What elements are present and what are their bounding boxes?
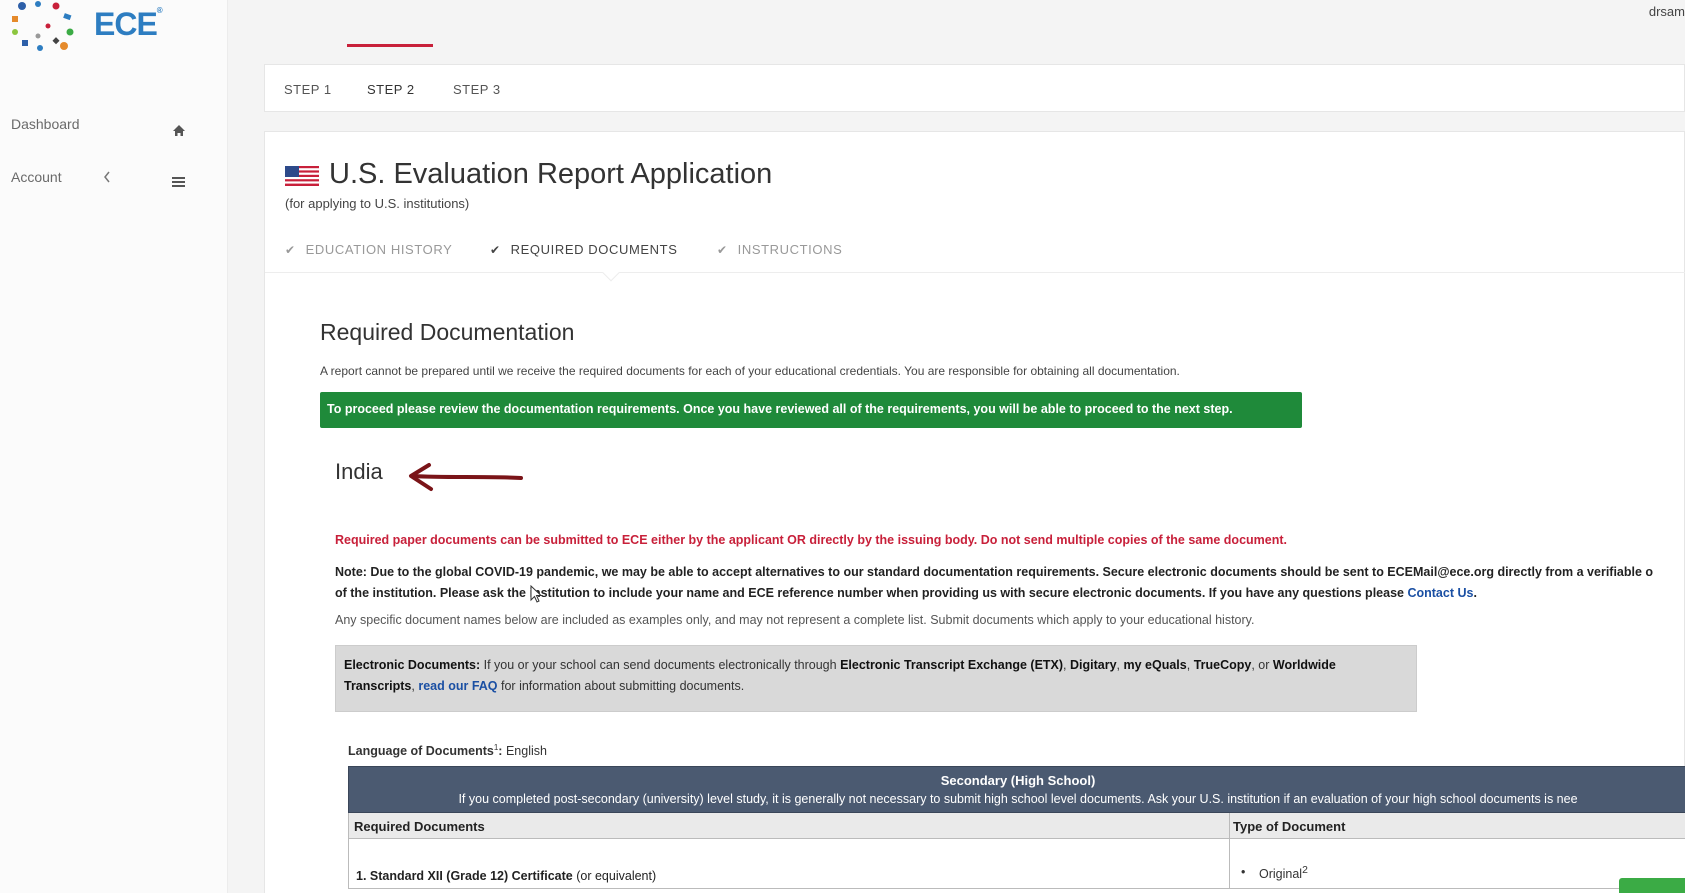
sidebar-item-label: Account — [11, 169, 62, 185]
examples-note: Any specific document names below are in… — [335, 613, 1255, 627]
proceed-banner: To proceed please review the documentati… — [320, 392, 1302, 428]
page-subtitle: (for applying to U.S. institutions) — [285, 196, 470, 211]
tab-step-1[interactable]: STEP 1 — [284, 82, 332, 97]
electronic-documents-box: Electronic Documents: If you or your sch… — [335, 645, 1417, 712]
substep-education-history[interactable]: ✔ EDUCATION HISTORY — [285, 242, 452, 257]
paper-documents-note: Required paper documents can be submitte… — [335, 533, 1287, 547]
chevron-left-icon[interactable] — [103, 170, 111, 186]
action-button[interactable] — [1619, 878, 1685, 893]
substep-instructions[interactable]: ✔ INSTRUCTIONS — [717, 242, 842, 257]
sidebar: ECE® Dashboard Account — [0, 0, 228, 893]
country-heading: India — [335, 459, 383, 484]
user-name[interactable]: drsam — [1649, 4, 1685, 19]
contact-us-link[interactable]: Contact Us — [1407, 586, 1473, 600]
home-icon[interactable] — [172, 124, 186, 140]
sidebar-item-dashboard[interactable]: Dashboard — [11, 116, 80, 132]
logo-text: ECE® — [94, 6, 163, 42]
active-tab-indicator — [347, 44, 433, 47]
section-intro: A report cannot be prepared until we rec… — [320, 364, 1180, 378]
logo-dots-icon — [12, 1, 74, 51]
step-tabs: STEP 1 STEP 2 STEP 3 — [264, 64, 1685, 112]
table-section-header: Secondary (High School) If you completed… — [348, 766, 1685, 813]
check-icon: ✔ — [285, 243, 296, 257]
table-header-row: Required Documents Type of Document — [348, 813, 1685, 839]
substep-required-documents[interactable]: ✔ REQUIRED DOCUMENTS — [490, 242, 677, 257]
check-icon: ✔ — [490, 243, 501, 257]
tab-step-3[interactable]: STEP 3 — [453, 82, 501, 97]
application-card: U.S. Evaluation Report Application (for … — [264, 131, 1685, 893]
page-title: U.S. Evaluation Report Application — [329, 158, 773, 190]
ece-logo[interactable]: ECE® — [8, 0, 168, 60]
column-header-type-of-document: Type of Document — [1233, 819, 1346, 834]
tab-step-2[interactable]: STEP 2 — [367, 82, 415, 97]
sidebar-item-account[interactable]: Account — [11, 169, 62, 185]
mouse-cursor-icon — [530, 584, 543, 608]
read-faq-link[interactable]: read our FAQ — [418, 679, 497, 693]
active-substep-caret — [602, 264, 620, 282]
menu-icon[interactable] — [172, 174, 185, 190]
annotation-arrow-icon — [409, 463, 523, 491]
check-icon: ✔ — [717, 243, 728, 257]
us-flag-icon — [285, 166, 319, 186]
section-title: Required Documentation — [320, 319, 575, 345]
language-of-documents: Language of Documents1: English — [348, 743, 547, 759]
column-header-required-documents: Required Documents — [354, 819, 485, 834]
documents-table: Secondary (High School) If you completed… — [348, 766, 1685, 889]
table-row: 1. Standard XII (Grade 12) Certificate (… — [348, 839, 1685, 889]
divider — [265, 272, 1685, 273]
sidebar-item-label: Dashboard — [11, 116, 80, 132]
